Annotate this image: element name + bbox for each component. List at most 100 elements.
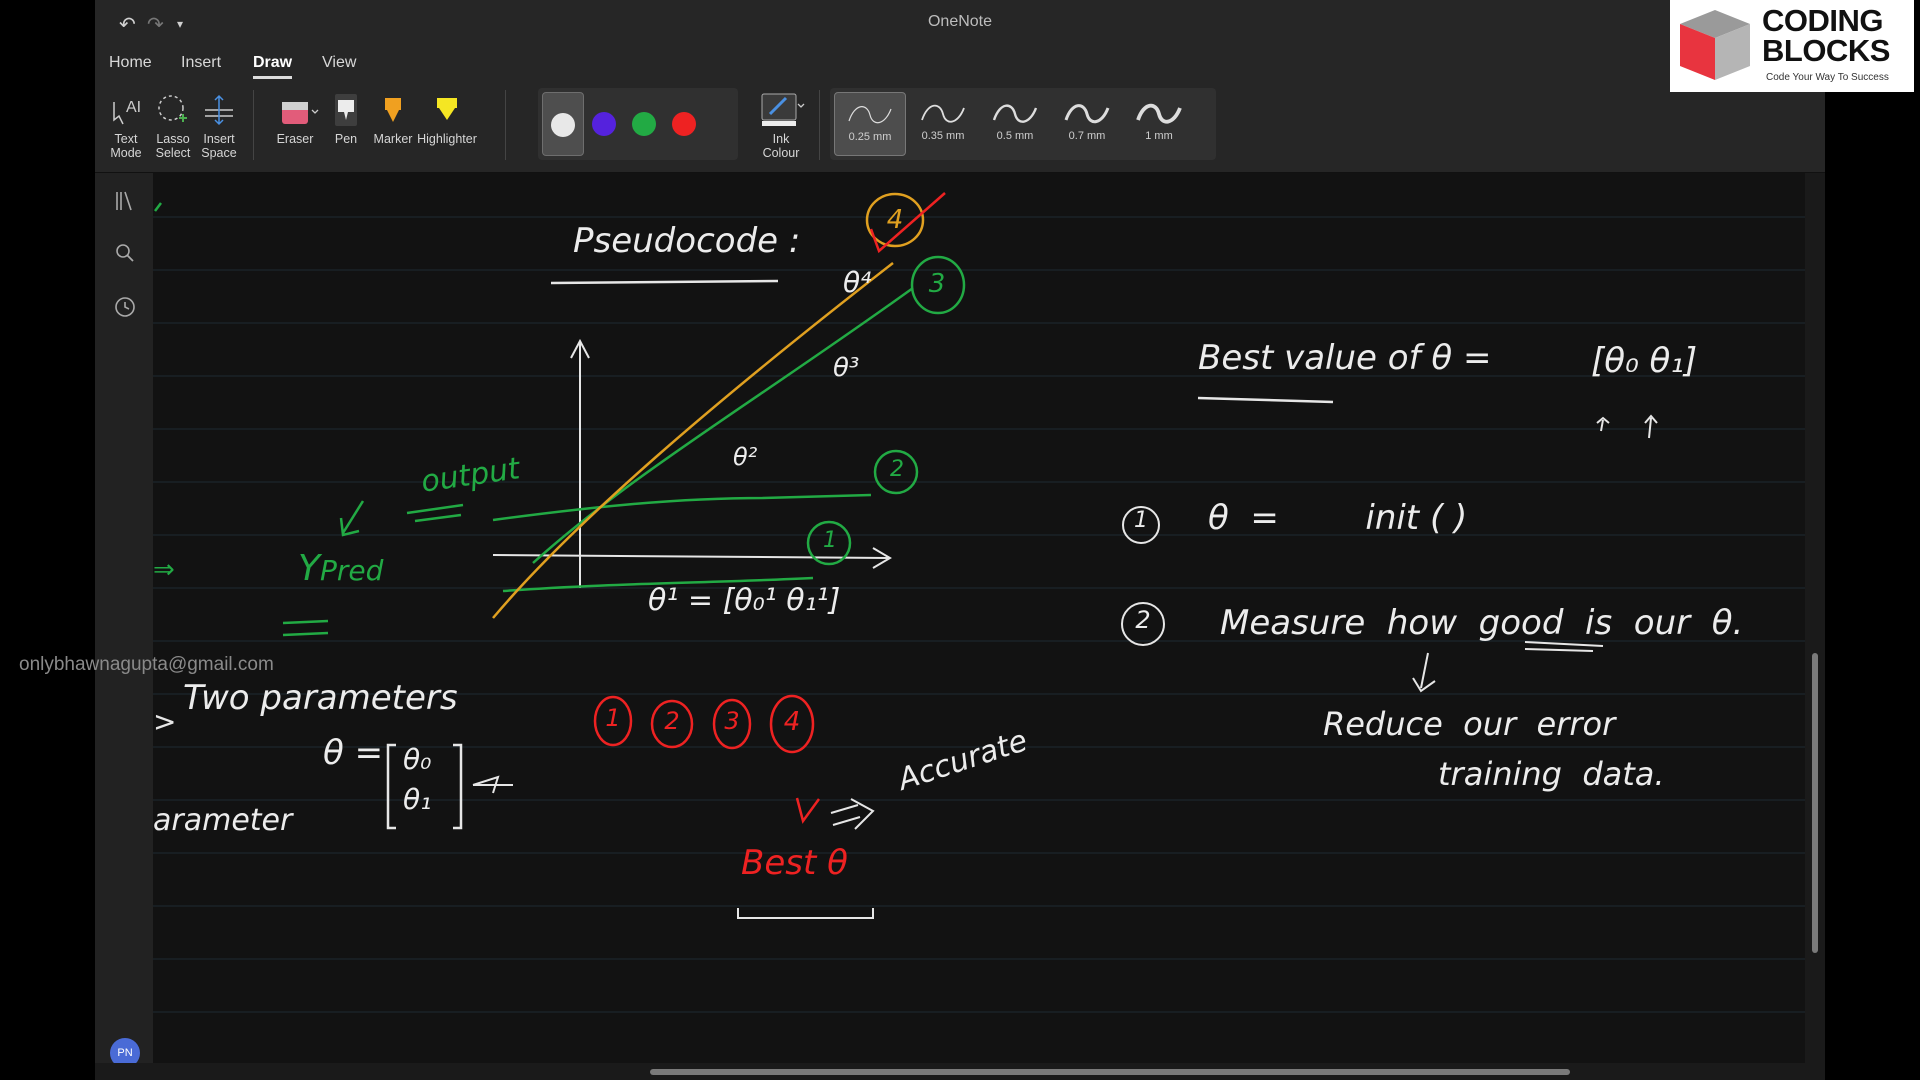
ribbon-separator bbox=[253, 90, 254, 160]
highlighter-icon bbox=[415, 90, 479, 132]
highlighter-label: Highlighter bbox=[417, 132, 477, 146]
insert-space-label-2: Space bbox=[201, 146, 237, 160]
theta3-label: θ³ bbox=[833, 353, 860, 383]
search-icon[interactable] bbox=[111, 239, 139, 267]
up-arrow bbox=[1644, 414, 1658, 439]
ypred-subscript: Pred bbox=[320, 554, 384, 587]
bracket-right bbox=[453, 743, 463, 830]
red-arrow-stroke bbox=[795, 797, 821, 824]
horizontal-scrollbar[interactable] bbox=[95, 1063, 1825, 1080]
stroke-preview-icon bbox=[992, 104, 1038, 123]
ribbon-separator bbox=[505, 90, 506, 160]
theta4-label: θ⁴ bbox=[843, 266, 872, 299]
notebooks-icon[interactable] bbox=[111, 187, 139, 215]
eraser-icon bbox=[267, 90, 323, 132]
marker-label: Marker bbox=[373, 132, 413, 146]
stroke-preview-icon bbox=[921, 104, 965, 123]
red-circle-3-label: 3 bbox=[724, 707, 740, 735]
parameter-label: arameter bbox=[153, 803, 293, 838]
title-bar: ↶ ↷ ▾ OneNote bbox=[95, 0, 1825, 46]
green-circle-1-label: 1 bbox=[823, 528, 837, 553]
text-mode-label: Text bbox=[114, 132, 138, 146]
thickness-label: 1 mm bbox=[1145, 130, 1173, 142]
green-circle-3-label: 3 bbox=[928, 269, 946, 299]
note-canvas[interactable]: ⇒ > Pseudocode: θ⁴ θ³ θ² θ¹ = [θ₀¹ θ₁¹]… bbox=[153, 173, 1805, 1063]
stroke-preview-icon bbox=[848, 106, 892, 124]
lasso-select-label-2: Select bbox=[155, 146, 191, 160]
onenote-window: ↶ ↷ ▾ OneNote Home Insert Draw View AI T… bbox=[95, 0, 1914, 1080]
tab-draw[interactable]: Draw bbox=[253, 54, 293, 79]
insert-space-icon bbox=[191, 90, 247, 132]
best-value-vector: [θ₀ θ₁] bbox=[1591, 341, 1698, 381]
color-dot bbox=[632, 112, 656, 136]
ink-colour-icon bbox=[751, 90, 811, 132]
vertical-scrollbar[interactable] bbox=[1805, 173, 1825, 1063]
cube-logo-icon bbox=[1680, 10, 1750, 80]
thickness-0-25mm[interactable]: 0.25 mm bbox=[834, 92, 906, 156]
color-swatch-white[interactable] bbox=[542, 92, 584, 156]
color-swatch-purple[interactable] bbox=[584, 92, 624, 154]
tab-home[interactable]: Home bbox=[109, 54, 152, 72]
red-circle-2-label: 2 bbox=[664, 707, 680, 735]
good-underline bbox=[1524, 641, 1604, 652]
step-2-number: 2 bbox=[1135, 606, 1151, 634]
y-axis bbox=[570, 338, 590, 588]
ink-colour-button[interactable]: Ink Colour bbox=[751, 90, 811, 160]
green-circle-2-label: 2 bbox=[890, 457, 904, 482]
reduce-error-line-2: training data. bbox=[1438, 755, 1665, 793]
ypred-underline bbox=[282, 619, 329, 637]
vertical-scroll-thumb[interactable] bbox=[1812, 653, 1818, 953]
step-1-text: θ = init ( ) bbox=[1208, 498, 1468, 538]
theta1-label: θ₁ bbox=[403, 783, 432, 816]
down-arrow bbox=[1412, 652, 1436, 693]
ink-arrow: > bbox=[153, 705, 176, 738]
text-mode-label-2: Mode bbox=[110, 146, 142, 160]
heading-underline bbox=[550, 279, 779, 285]
ribbon-tabs: Home Insert Draw View bbox=[95, 46, 1825, 80]
thickness-0-5mm[interactable]: 0.5 mm bbox=[980, 92, 1050, 154]
best-value-label: Best value of θ = bbox=[1198, 338, 1492, 378]
ypred-label: YPred bbox=[298, 548, 383, 589]
eraser-button[interactable]: Eraser bbox=[267, 90, 323, 146]
svg-text:AI: AI bbox=[126, 99, 141, 116]
output-underline bbox=[406, 503, 464, 523]
step-1-number: 1 bbox=[1134, 508, 1148, 533]
left-arrow bbox=[472, 775, 513, 794]
line-theta2 bbox=[492, 493, 872, 522]
output-arrow bbox=[339, 500, 365, 537]
coding-blocks-logo: CODING BLOCKS Code Your Way To Success bbox=[1670, 0, 1914, 92]
stroke-preview-icon bbox=[1064, 104, 1110, 124]
thickness-0-35mm[interactable]: 0.35 mm bbox=[908, 92, 978, 154]
highlighter-button[interactable]: Highlighter bbox=[415, 90, 479, 146]
thickness-label: 0.25 mm bbox=[848, 131, 892, 143]
insert-space-button[interactable]: Insert Space bbox=[191, 90, 247, 160]
thickness-label: 0.5 mm bbox=[996, 130, 1034, 142]
pen-color-group bbox=[538, 88, 738, 160]
thickness-1mm[interactable]: 1 mm bbox=[1124, 92, 1194, 154]
color-dot bbox=[672, 112, 696, 136]
ink-stroke bbox=[154, 202, 162, 212]
logo-tagline: Code Your Way To Success bbox=[1766, 72, 1889, 83]
tab-view[interactable]: View bbox=[322, 54, 356, 72]
theta1-equation: θ¹ = [θ₀¹ θ₁¹] bbox=[648, 583, 841, 618]
marker-button[interactable]: Marker bbox=[365, 90, 421, 146]
line-theta3 bbox=[532, 286, 914, 564]
insert-space-label: Insert bbox=[203, 132, 235, 146]
lasso-select-label: Lasso bbox=[156, 132, 190, 146]
color-swatch-red[interactable] bbox=[664, 92, 704, 154]
logo-line-2: BLOCKS bbox=[1762, 33, 1890, 68]
color-dot bbox=[551, 113, 575, 137]
best-underline bbox=[1197, 396, 1334, 404]
thickness-0-7mm[interactable]: 0.7 mm bbox=[1052, 92, 1122, 154]
thickness-label: 0.7 mm bbox=[1068, 130, 1106, 142]
color-dot bbox=[592, 112, 616, 136]
tab-insert[interactable]: Insert bbox=[181, 54, 221, 72]
ink-colour-label: Ink bbox=[772, 132, 790, 146]
eraser-label: Eraser bbox=[276, 132, 314, 146]
theta0-label: θ₀ bbox=[403, 743, 432, 776]
color-swatch-green[interactable] bbox=[624, 92, 664, 154]
horizontal-scroll-thumb[interactable] bbox=[650, 1069, 1570, 1075]
reduce-error-line-1: Reduce our error bbox=[1323, 705, 1616, 743]
best-theta-label: Best θ bbox=[741, 843, 848, 883]
recent-clock-icon[interactable] bbox=[111, 293, 139, 321]
